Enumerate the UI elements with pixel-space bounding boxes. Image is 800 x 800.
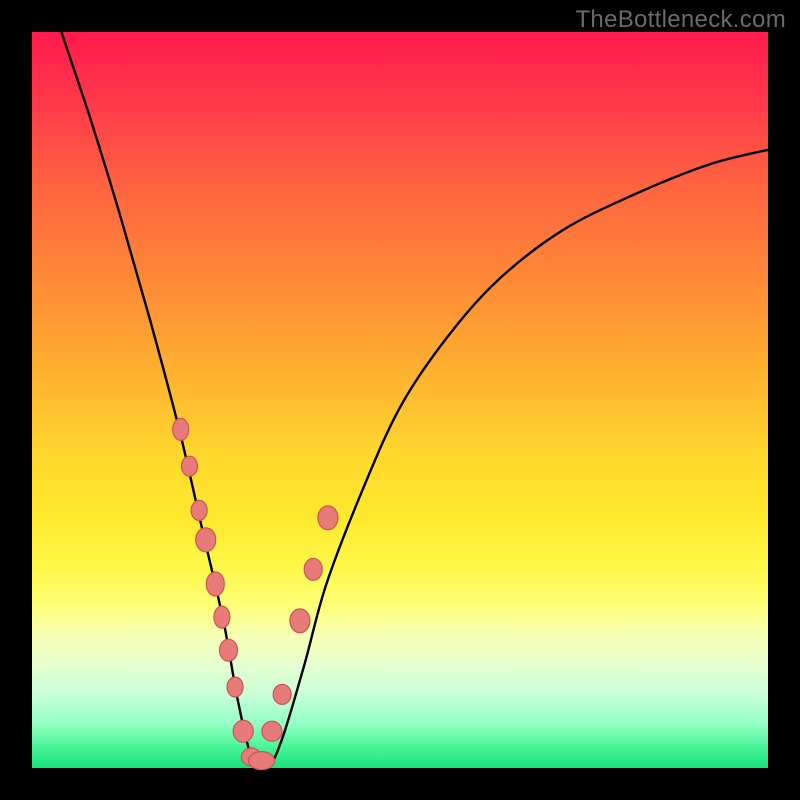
marker-dot [290, 609, 310, 633]
bottleneck-curve [61, 32, 768, 770]
plot-area [32, 32, 768, 768]
watermark-text: TheBottleneck.com [575, 6, 786, 34]
marker-dot [182, 456, 198, 476]
marker-dot [318, 506, 338, 530]
curve-svg [32, 32, 768, 768]
marker-dot [227, 677, 243, 697]
marker-group [173, 418, 338, 769]
marker-dot [233, 720, 253, 742]
marker-dot [249, 752, 275, 770]
marker-dot [191, 500, 207, 520]
marker-dot [173, 418, 189, 440]
marker-dot [206, 572, 224, 596]
marker-dot [214, 606, 230, 628]
chart-frame: TheBottleneck.com [0, 0, 800, 800]
marker-dot [273, 684, 291, 704]
marker-dot [220, 639, 238, 661]
marker-dot [196, 528, 216, 552]
marker-dot [304, 558, 322, 580]
marker-dot [262, 721, 282, 741]
